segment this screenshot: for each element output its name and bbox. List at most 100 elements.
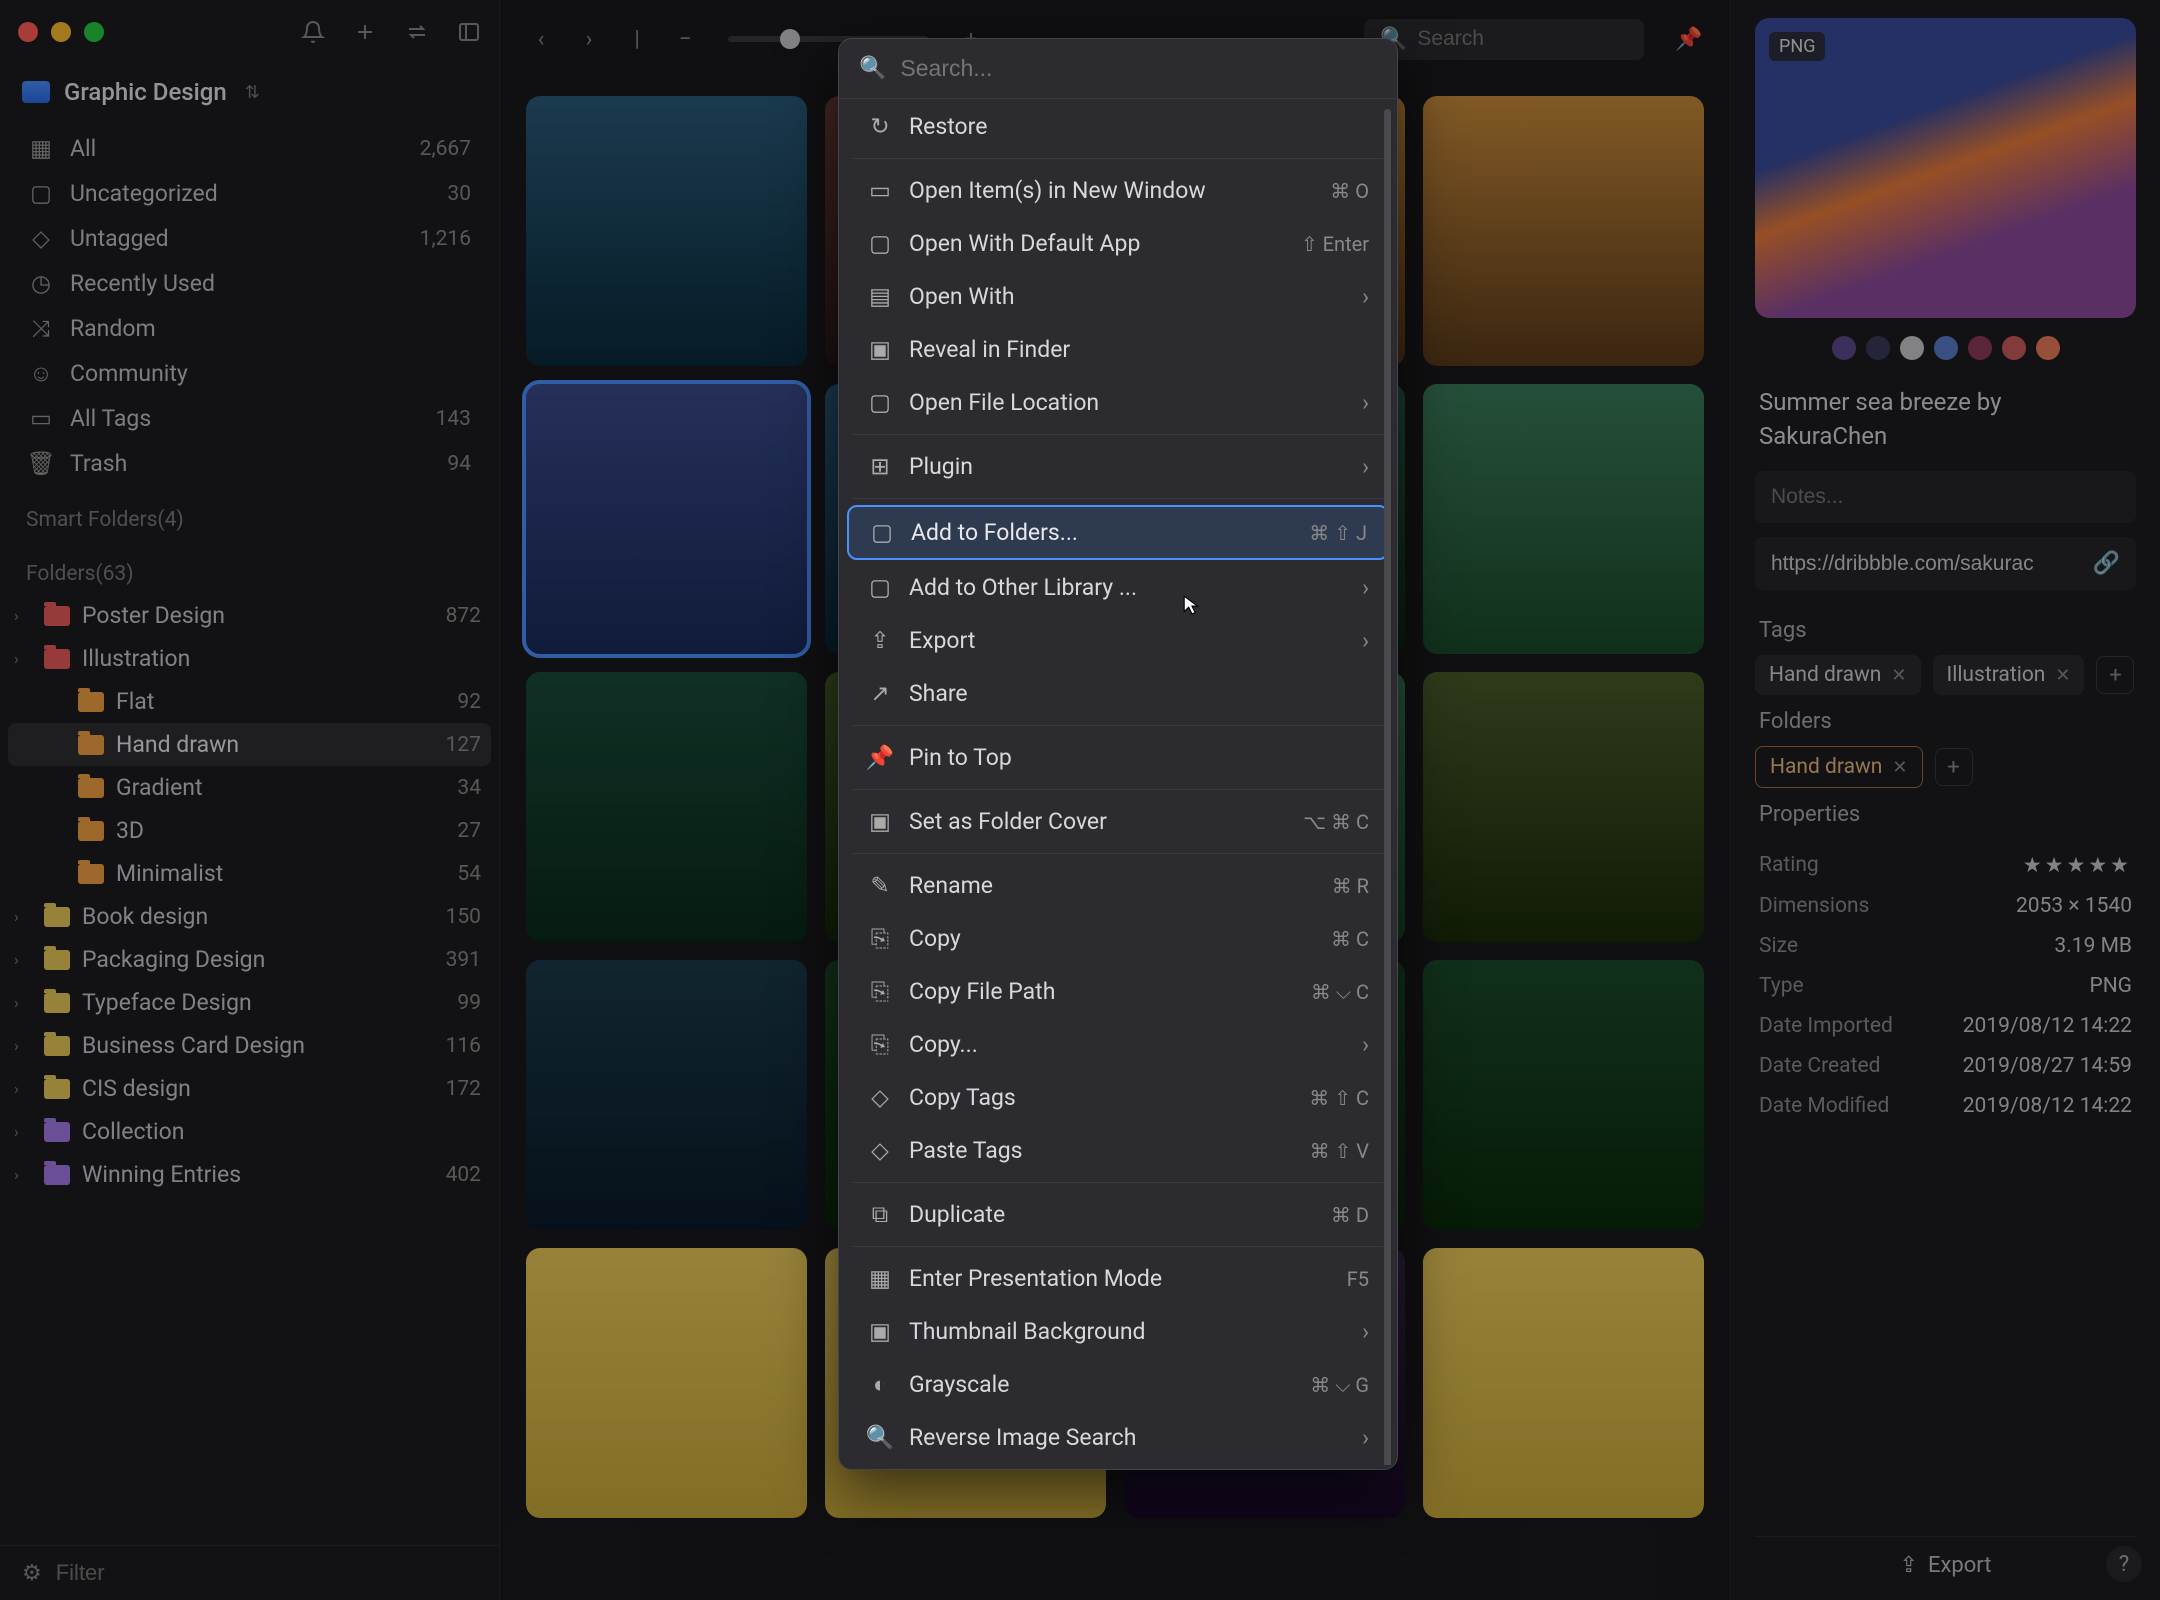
add-folder-button[interactable]: + — [1935, 748, 1973, 786]
minimize-window[interactable] — [51, 22, 71, 42]
notes-input[interactable] — [1771, 485, 2120, 509]
thumbnail[interactable] — [1423, 960, 1704, 1230]
menu-copy-as[interactable]: ⎘ Copy... › — [847, 1019, 1389, 1070]
filter-input[interactable] — [56, 1560, 477, 1586]
zoom-window[interactable] — [84, 22, 104, 42]
sidebar-toggle-icon[interactable] — [457, 20, 481, 44]
menu-grayscale[interactable]: ◐ Grayscale ⌘ ⌵ G — [847, 1359, 1389, 1410]
thumbnail[interactable] — [526, 1248, 807, 1518]
menu-rename[interactable]: ✎ Rename ⌘ R — [847, 860, 1389, 911]
menu-open-default[interactable]: ▢ Open With Default App ⇧ Enter — [847, 218, 1389, 269]
swatch[interactable] — [2036, 336, 2060, 360]
disclosure-icon[interactable]: › — [14, 1036, 32, 1055]
menu-thumb-bg[interactable]: ▣ Thumbnail Background › — [847, 1306, 1389, 1357]
menu-add-library[interactable]: ▢ Add to Other Library ... › — [847, 562, 1389, 613]
nav-random[interactable]: ⤨ Random — [14, 306, 485, 351]
menu-reverse-image[interactable]: 🔍 Reverse Image Search › — [847, 1412, 1389, 1463]
swatch[interactable] — [1832, 336, 1856, 360]
sidebar-folder[interactable]: ›Book design150 — [8, 895, 491, 938]
thumbnail[interactable] — [1423, 384, 1704, 654]
swatch[interactable] — [1934, 336, 1958, 360]
thumbnail[interactable] — [1423, 1248, 1704, 1518]
menu-pin-top[interactable]: 📌 Pin to Top — [847, 732, 1389, 783]
library-selector[interactable]: Graphic Design ⇅ — [0, 68, 499, 116]
item-title[interactable]: Summer sea breeze by SakuraChen — [1755, 378, 2136, 471]
url-input[interactable] — [1771, 552, 2083, 576]
swatch[interactable] — [1866, 336, 1890, 360]
disclosure-icon[interactable]: › — [14, 1079, 32, 1098]
disclosure-icon[interactable]: › — [14, 1165, 32, 1184]
menu-paste-tags[interactable]: ◇ Paste Tags ⌘ ⇧ V — [847, 1125, 1389, 1176]
nav-all[interactable]: ▦ All 2,667 — [14, 126, 485, 171]
search-input[interactable] — [1417, 27, 1628, 51]
context-menu-search[interactable]: 🔍 — [839, 39, 1397, 99]
menu-set-cover[interactable]: ▣ Set as Folder Cover ⌥ ⌘ C — [847, 796, 1389, 847]
thumbnail[interactable] — [526, 672, 807, 942]
swap-icon[interactable] — [405, 20, 429, 44]
menu-presentation[interactable]: ▦ Enter Presentation Mode F5 — [847, 1253, 1389, 1304]
thumbnail[interactable] — [1423, 672, 1704, 942]
sidebar-folder[interactable]: ›Collection — [8, 1110, 491, 1153]
menu-export[interactable]: ⇪ Export › — [847, 615, 1389, 666]
link-icon[interactable]: 🔗 — [2093, 551, 2120, 576]
nav-uncategorized[interactable]: ▢ Uncategorized 30 — [14, 171, 485, 216]
swatch[interactable] — [2002, 336, 2026, 360]
scrollbar[interactable] — [1384, 109, 1391, 1465]
menu-copy-tags[interactable]: ◇ Copy Tags ⌘ ⇧ C — [847, 1072, 1389, 1123]
export-button[interactable]: ⇪ Export — [1755, 1536, 2136, 1582]
zoom-thumb[interactable] — [780, 29, 800, 49]
disclosure-icon[interactable]: › — [14, 1122, 32, 1141]
menu-plugin[interactable]: ⊞ Plugin › — [847, 441, 1389, 492]
nav-recent[interactable]: ◷ Recently Used — [14, 261, 485, 306]
sidebar-folder[interactable]: Gradient34 — [8, 766, 491, 809]
menu-duplicate[interactable]: ⧉ Duplicate ⌘ D — [847, 1189, 1389, 1240]
sidebar-folder[interactable]: ›Business Card Design116 — [8, 1024, 491, 1067]
menu-restore[interactable]: ↻ Restore — [847, 101, 1389, 152]
menu-reveal-finder[interactable]: ▣ Reveal in Finder — [847, 324, 1389, 375]
thumbnail[interactable] — [526, 960, 807, 1230]
plus-icon[interactable] — [353, 20, 377, 44]
section-folders[interactable]: Folders(63) — [0, 540, 499, 594]
thumbnail[interactable] — [526, 96, 807, 366]
menu-add-to-folders[interactable]: ▢ Add to Folders... ⌘ ⇧ J — [847, 505, 1389, 560]
sidebar-folder[interactable]: 3D27 — [8, 809, 491, 852]
menu-share[interactable]: ↗ Share — [847, 668, 1389, 719]
disclosure-icon[interactable]: › — [14, 950, 32, 969]
search-box[interactable]: 🔍 — [1364, 19, 1644, 60]
sidebar-folder[interactable]: ›Packaging Design391 — [8, 938, 491, 981]
forward-button[interactable]: › — [574, 24, 604, 54]
sidebar-folder[interactable]: ›Typeface Design99 — [8, 981, 491, 1024]
sidebar-folder[interactable]: ›Winning Entries402 — [8, 1153, 491, 1196]
disclosure-icon[interactable]: › — [14, 606, 32, 625]
preview-image[interactable]: PNG — [1755, 18, 2136, 318]
back-button[interactable]: ‹ — [526, 24, 556, 54]
help-button[interactable]: ? — [2106, 1546, 2142, 1582]
swatch[interactable] — [1900, 336, 1924, 360]
sidebar-folder[interactable]: ›Illustration — [8, 637, 491, 680]
context-search-input[interactable] — [900, 55, 1377, 82]
url-field[interactable]: 🔗 — [1755, 537, 2136, 590]
thumbnail[interactable] — [1423, 96, 1704, 366]
remove-icon[interactable]: ✕ — [2055, 665, 2070, 686]
tag-chip[interactable]: Hand drawn ✕ — [1755, 655, 1921, 695]
menu-open-new-window[interactable]: ▭ Open Item(s) in New Window ⌘ O — [847, 165, 1389, 216]
remove-icon[interactable]: ✕ — [1891, 665, 1906, 686]
disclosure-icon[interactable]: › — [14, 993, 32, 1012]
sidebar-folder[interactable]: Minimalist54 — [8, 852, 491, 895]
pin-icon[interactable]: 📌 — [1674, 24, 1704, 54]
menu-open-location[interactable]: ▢ Open File Location › — [847, 377, 1389, 428]
folder-chip[interactable]: Hand drawn ✕ — [1755, 746, 1923, 788]
sidebar-folder[interactable]: ›Poster Design872 — [8, 594, 491, 637]
remove-icon[interactable]: ✕ — [1892, 757, 1907, 778]
nav-untagged[interactable]: ◇ Untagged 1,216 — [14, 216, 485, 261]
close-window[interactable] — [18, 22, 38, 42]
zoom-out-button[interactable]: − — [670, 24, 700, 54]
disclosure-icon[interactable]: › — [14, 907, 32, 926]
sidebar-folder[interactable]: ›CIS design172 — [8, 1067, 491, 1110]
add-tag-button[interactable]: + — [2096, 656, 2134, 694]
menu-copy-path[interactable]: ⎘ Copy File Path ⌘ ⌵ C — [847, 966, 1389, 1017]
section-smart-folders[interactable]: Smart Folders(4) — [0, 486, 499, 540]
menu-open-with[interactable]: ▤ Open With › — [847, 271, 1389, 322]
thumbnail-selected[interactable] — [526, 384, 807, 654]
tag-chip[interactable]: Illustration ✕ — [1933, 655, 2085, 695]
